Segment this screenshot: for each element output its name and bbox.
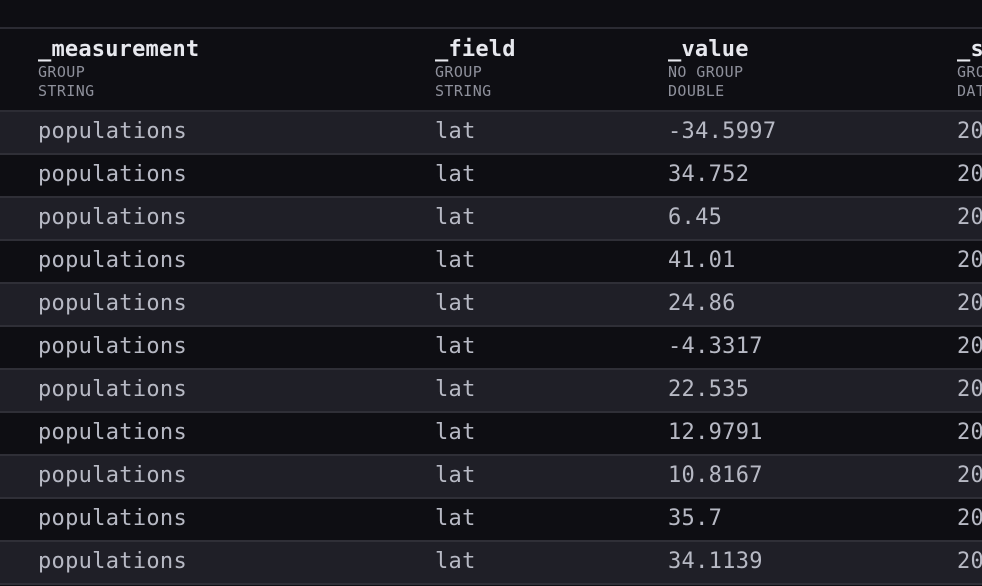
cell-field: lat (435, 334, 476, 359)
cell-start: 20 (957, 248, 982, 273)
cell-start: 20 (957, 334, 982, 359)
cell-start: 20 (957, 205, 982, 230)
table-row: populations lat 41.01 20 (0, 241, 982, 284)
cell-value: 10.8167 (668, 463, 763, 488)
cell-field: lat (435, 377, 476, 402)
cell-value: 24.86 (668, 291, 736, 316)
cell-field: lat (435, 506, 476, 531)
table-row: populations lat 22.535 20 (0, 370, 982, 413)
column-name: _value (668, 37, 749, 62)
cell-start: 20 (957, 162, 982, 187)
table-row: populations lat 6.45 20 (0, 198, 982, 241)
column-header-measurement[interactable]: _measurement GROUP STRING (38, 37, 199, 101)
column-header-value[interactable]: _value NO GROUP DOUBLE (668, 37, 749, 101)
column-group: GROUP (38, 63, 86, 81)
column-type: DOUBLE (668, 82, 725, 100)
table-row: populations lat 34.752 20 (0, 155, 982, 198)
cell-field: lat (435, 549, 476, 574)
column-name: _s (957, 37, 982, 62)
cell-start: 20 (957, 291, 982, 316)
cell-measurement: populations (38, 205, 187, 230)
results-table: _measurement GROUP STRING _field GROUP S… (0, 27, 982, 585)
cell-value: -4.3317 (668, 334, 763, 359)
cell-value: 12.9791 (668, 420, 763, 445)
cell-measurement: populations (38, 506, 187, 531)
column-type: STRING (38, 82, 95, 100)
table-row: populations lat 35.7 20 (0, 499, 982, 542)
cell-measurement: populations (38, 377, 187, 402)
cell-measurement: populations (38, 248, 187, 273)
cell-measurement: populations (38, 549, 187, 574)
table-row: populations lat 24.86 20 (0, 284, 982, 327)
cell-measurement: populations (38, 463, 187, 488)
table-row: populations lat 10.8167 20 (0, 456, 982, 499)
cell-field: lat (435, 119, 476, 144)
table-row: populations lat 12.9791 20 (0, 413, 982, 456)
cell-field: lat (435, 463, 476, 488)
cell-measurement: populations (38, 162, 187, 187)
table-row: populations lat -4.3317 20 (0, 327, 982, 370)
column-group: NO GROUP (668, 63, 744, 81)
cell-measurement: populations (38, 119, 187, 144)
cell-field: lat (435, 420, 476, 445)
cell-measurement: populations (38, 334, 187, 359)
cell-start: 20 (957, 119, 982, 144)
column-group: GRO (957, 63, 982, 81)
cell-measurement: populations (38, 291, 187, 316)
table-row: populations lat 34.1139 20 (0, 542, 982, 585)
column-type: DAT (957, 82, 982, 100)
table-row: populations lat -34.5997 20 (0, 112, 982, 155)
column-type: STRING (435, 82, 492, 100)
cell-start: 20 (957, 377, 982, 402)
cell-value: 41.01 (668, 248, 736, 273)
cell-field: lat (435, 291, 476, 316)
cell-value: -34.5997 (668, 119, 777, 144)
column-name: _field (435, 37, 516, 62)
cell-start: 20 (957, 506, 982, 531)
table-header: _measurement GROUP STRING _field GROUP S… (0, 29, 982, 112)
cell-field: lat (435, 205, 476, 230)
cell-start: 20 (957, 463, 982, 488)
cell-start: 20 (957, 549, 982, 574)
cell-start: 20 (957, 420, 982, 445)
column-group: GROUP (435, 63, 483, 81)
cell-value: 22.535 (668, 377, 750, 402)
cell-value: 34.752 (668, 162, 750, 187)
column-name: _measurement (38, 37, 200, 62)
cell-measurement: populations (38, 420, 187, 445)
cell-value: 6.45 (668, 205, 723, 230)
column-header-field[interactable]: _field GROUP STRING (435, 37, 516, 101)
cell-value: 35.7 (668, 506, 723, 531)
column-header-start[interactable]: _s GRO DAT (957, 37, 982, 101)
cell-value: 34.1139 (668, 549, 763, 574)
cell-field: lat (435, 248, 476, 273)
cell-field: lat (435, 162, 476, 187)
